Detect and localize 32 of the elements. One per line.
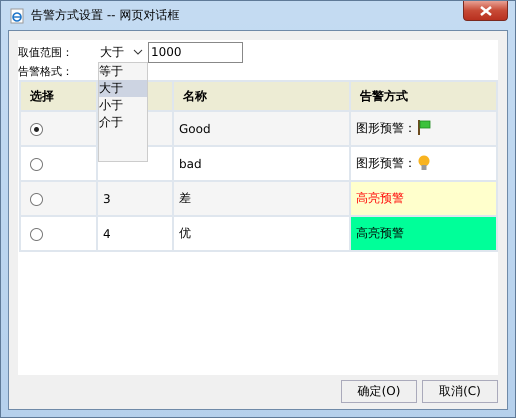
radio-button[interactable] [30,228,43,241]
value-field[interactable]: 1000 [148,42,243,62]
browser-icon [9,8,25,24]
radio-button[interactable] [30,192,43,206]
column-header: 名称 [173,81,350,111]
caret-icon [133,49,143,55]
dropdown-option[interactable]: 小于 [99,97,147,114]
table-cell: 4 [103,226,111,240]
radio-button[interactable] [30,122,43,136]
range-label: 取值范围： [18,44,74,60]
column-header: 告警方式 [350,81,497,111]
lightbulb-icon [418,155,430,171]
window-title: 告警方式设置 -- 网页对话框 [31,7,180,24]
table-cell: 优 [179,226,191,240]
alert-text: 图形预警： [356,121,416,135]
format-label: 告警格式： [18,64,74,79]
dropdown-option[interactable]: 大于 [99,80,147,97]
column-header: 选择 [20,81,97,111]
alert-cell: 高亮预警 [350,181,497,216]
table-cell: bad [179,156,202,170]
close-icon [480,6,492,16]
radio-button[interactable] [30,158,43,171]
dialog-button[interactable]: 取消(C) [422,380,498,402]
table-cell: Good [179,122,211,136]
close-button[interactable] [463,1,508,21]
dialog-button[interactable]: 确定(O) [341,380,417,402]
table-cell: 3 [103,192,111,206]
dropdown-option[interactable]: 等于 [99,63,147,80]
flag-icon [418,120,431,135]
alert-cell: 高亮预警 [350,216,497,251]
table-cell: 差 [179,191,191,205]
alert-text: 图形预警： [356,156,416,170]
